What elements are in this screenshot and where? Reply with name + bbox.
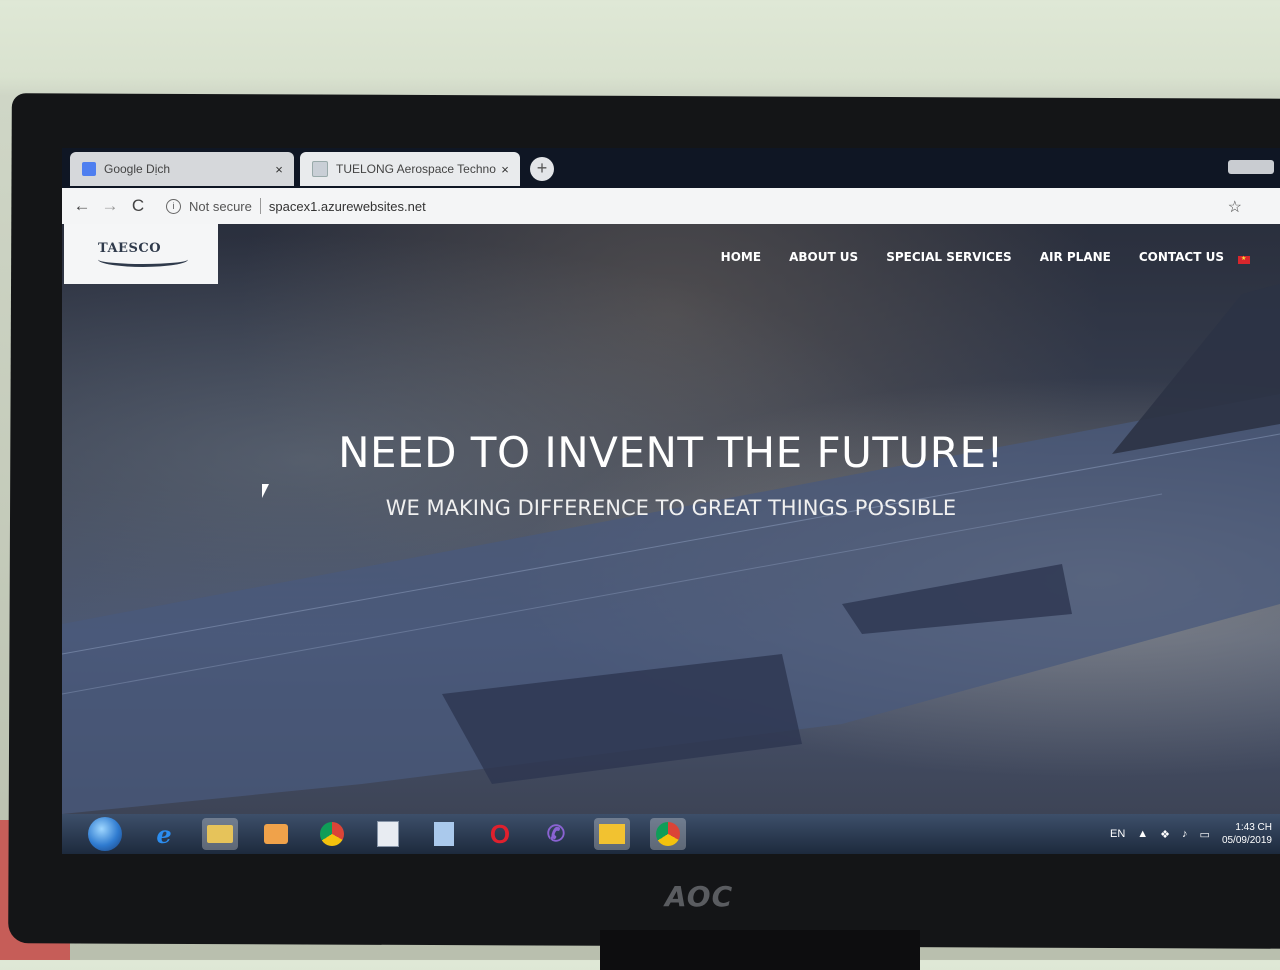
tab-title: Google Dịch	[104, 162, 171, 176]
omnibox-divider	[259, 198, 261, 214]
hero-title: NEED TO INVENT THE FUTURE!	[338, 428, 1004, 477]
tab-title: TUELONG Aerospace Technology	[336, 162, 496, 176]
webpage-hero: TAESCO HOME ABOUT US SPECIAL SERVICES AI…	[62, 224, 1280, 814]
nav-about-us[interactable]: ABOUT US	[789, 250, 858, 264]
security-label: Not secure	[189, 198, 252, 214]
opera-icon[interactable]: O	[482, 818, 518, 850]
dropbox-icon[interactable]: ❖	[1160, 828, 1170, 841]
close-icon[interactable]: ×	[496, 162, 514, 177]
clock-time: 1:43 CH	[1235, 822, 1272, 833]
page-icon	[312, 161, 328, 177]
viber-icon[interactable]: ✆	[538, 818, 574, 850]
window-controls[interactable]	[1228, 160, 1274, 174]
spreadsheet-icon[interactable]	[426, 818, 462, 850]
clock[interactable]: 1:43 CH 05/09/2019	[1222, 821, 1272, 847]
nav-air-plane[interactable]: AIR PLANE	[1040, 250, 1111, 264]
tab-tuelong[interactable]: TUELONG Aerospace Technology ×	[300, 152, 520, 186]
media-player-icon[interactable]	[258, 818, 294, 850]
bookmark-star-icon[interactable]: ☆	[1228, 197, 1242, 217]
forward-button[interactable]: →	[96, 196, 124, 216]
site-logo[interactable]: TAESCO	[64, 224, 218, 284]
close-icon[interactable]: ×	[270, 162, 288, 177]
volume-icon[interactable]: ♪	[1182, 828, 1188, 840]
windows-taskbar: e O ✆ EN ▲ ❖ ♪ ▭ 1:43 CH 05/09/2019	[62, 814, 1280, 854]
reload-button[interactable]: C	[124, 196, 152, 216]
tab-google-dich[interactable]: Google Dịch ×	[70, 152, 294, 186]
screen: Google Dịch × TUELONG Aerospace Technolo…	[62, 148, 1280, 854]
address-bar: ← → C i Not secure spacex1.azurewebsites…	[62, 188, 1280, 224]
tab-bar: Google Dịch × TUELONG Aerospace Technolo…	[62, 148, 1280, 188]
show-hidden-icons-icon[interactable]: ▲	[1137, 828, 1148, 840]
monitor-brand-logo: AOC	[665, 880, 734, 913]
logo-swoosh	[98, 252, 188, 267]
nav-special-services[interactable]: SPECIAL SERVICES	[886, 250, 1012, 264]
internet-explorer-icon[interactable]: e	[146, 818, 182, 850]
vietnam-flag-icon[interactable]	[1238, 255, 1250, 264]
start-orb-icon[interactable]	[88, 817, 122, 851]
back-button[interactable]: ←	[68, 196, 96, 216]
info-icon[interactable]: i	[166, 198, 181, 214]
omnibox[interactable]: i Not secure spacex1.azurewebsites.net	[166, 198, 426, 214]
nav-contact-us[interactable]: CONTACT US	[1139, 250, 1224, 264]
network-icon[interactable]: ▭	[1200, 828, 1210, 841]
google-translate-icon	[82, 162, 96, 176]
monitor-stand	[600, 930, 920, 970]
url-text[interactable]: spacex1.azurewebsites.net	[269, 199, 426, 214]
hero-subtitle: WE MAKING DIFFERENCE TO GREAT THINGS POS…	[385, 496, 957, 520]
language-indicator[interactable]: EN	[1110, 828, 1125, 840]
system-tray: EN ▲ ❖ ♪ ▭ 1:43 CH 05/09/2019	[1110, 821, 1272, 847]
file-explorer-icon[interactable]	[202, 818, 238, 850]
document-icon[interactable]	[370, 818, 406, 850]
mouse-cursor-icon	[262, 484, 269, 498]
main-nav: HOME ABOUT US SPECIAL SERVICES AIR PLANE…	[721, 250, 1224, 264]
nav-home[interactable]: HOME	[721, 250, 761, 264]
clock-date: 05/09/2019	[1221, 835, 1272, 846]
chrome-icon[interactable]	[314, 818, 350, 850]
outlook-icon[interactable]	[594, 818, 630, 850]
chrome-active-icon[interactable]	[650, 818, 686, 850]
new-tab-button[interactable]: +	[530, 157, 554, 181]
